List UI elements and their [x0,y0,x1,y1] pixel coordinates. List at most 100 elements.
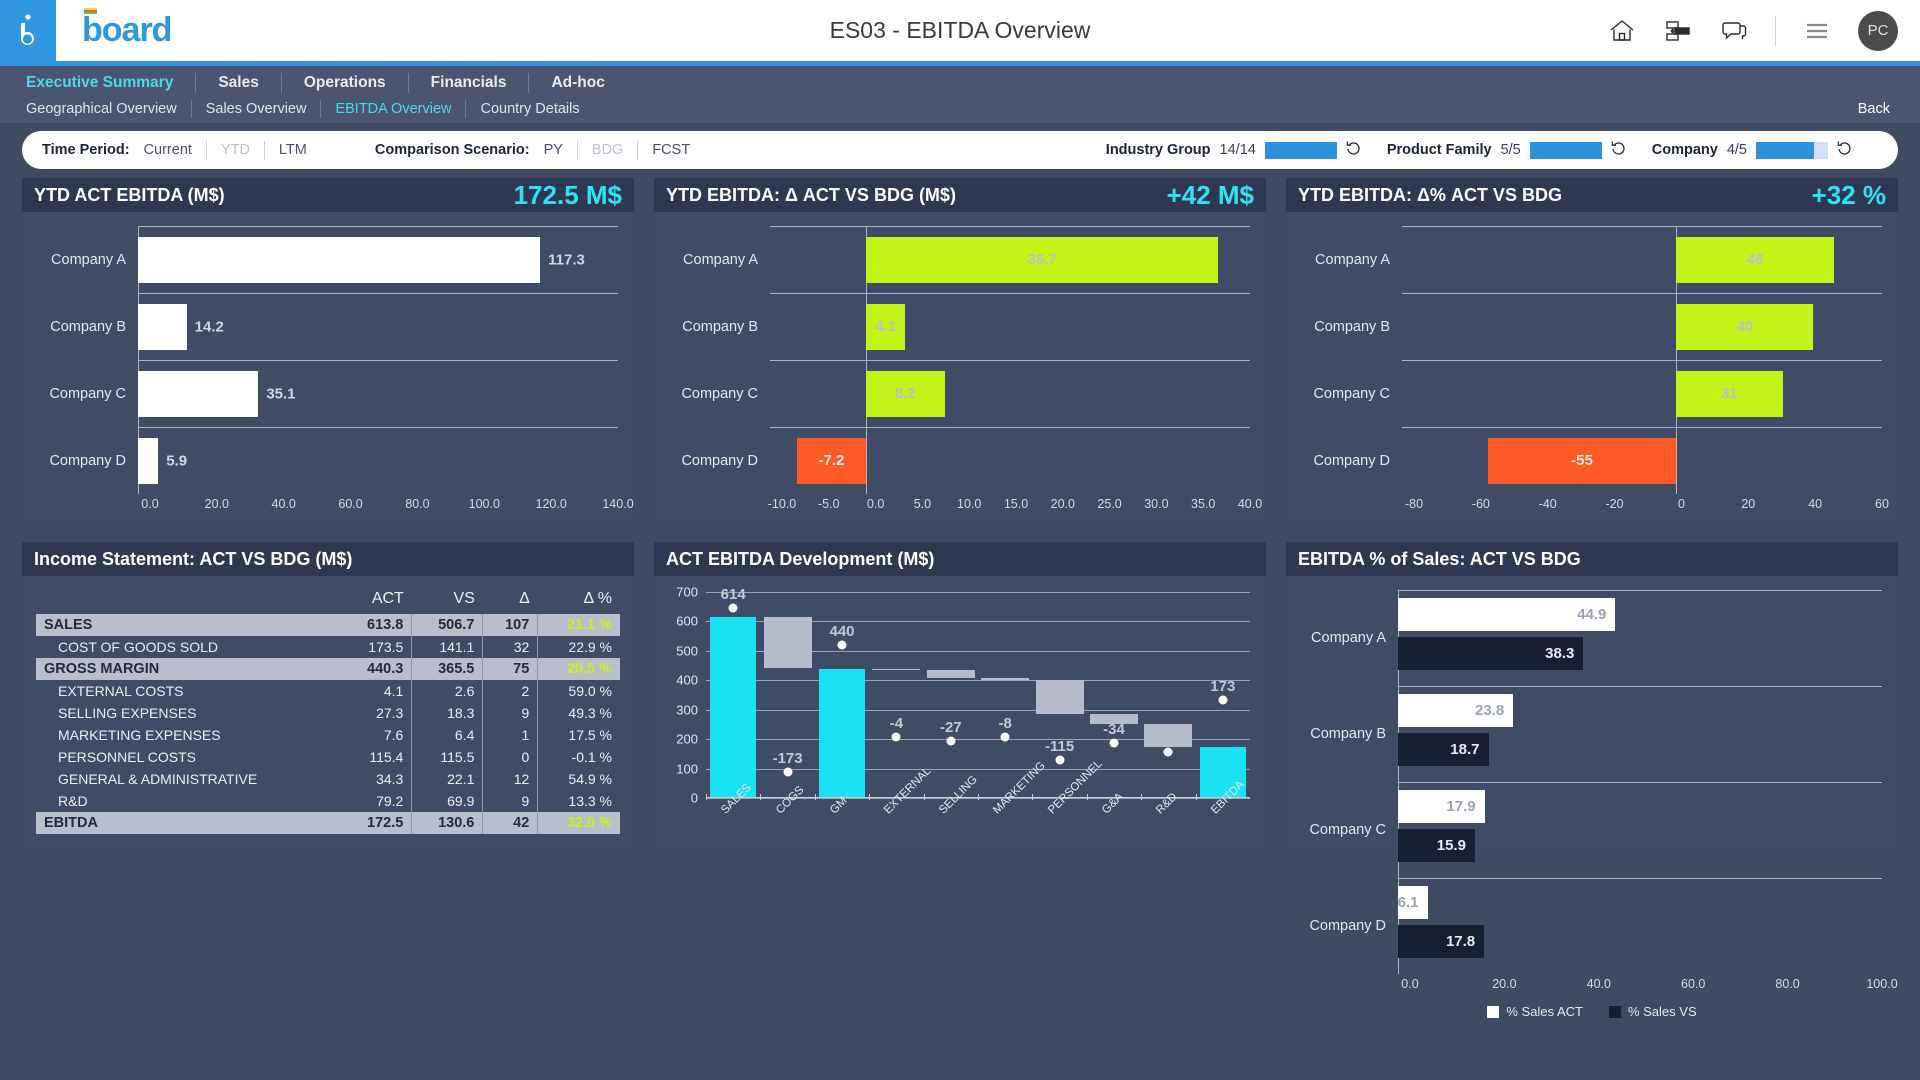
nav-item-sales[interactable]: Sales [196,73,282,93]
waterfall-bar[interactable] [1144,723,1193,748]
waterfall-bar[interactable] [926,669,975,678]
axis-tick: 120.0 [535,497,567,511]
comparison-option-py[interactable]: PY [530,142,577,158]
table-row[interactable]: PERSONNEL COSTS 115.4 115.5 0 -0.1 % [36,746,620,768]
axis-tick: -5.0 [818,497,840,511]
bar-act[interactable]: 6.1 [1398,886,1428,919]
bar-vs[interactable]: 18.7 [1398,733,1489,766]
chart-ytd-ebitda-delta[interactable]: Company A 36.7 Company B 4.1 Company C 8.2 Com… [654,212,1266,524]
bar[interactable]: 46 [1676,236,1834,283]
subnav-item-geographical-overview[interactable]: Geographical Overview [26,99,192,118]
bar[interactable]: 8.2 [866,370,945,417]
layout-icon[interactable] [1663,16,1693,46]
table-row[interactable]: SALES 613.8 506.7 107 21.1 % [36,614,620,636]
app-logo-mark[interactable] [0,0,56,61]
home-icon[interactable] [1607,16,1637,46]
bar[interactable] [138,303,187,350]
refresh-icon[interactable] [1346,140,1361,161]
bar[interactable]: 36.7 [866,236,1219,283]
bar-act[interactable]: 23.8 [1398,694,1514,727]
table-row[interactable]: GENERAL & ADMINISTRATIVE 34.3 22.1 12 54.9 % [36,768,620,790]
avatar[interactable]: PC [1858,10,1898,51]
bar-row[interactable]: Company A 46 [1302,226,1882,293]
bar-row[interactable]: Company C 31 [1302,360,1882,427]
bar[interactable] [138,236,541,283]
legend-item[interactable]: % Sales ACT [1487,1004,1583,1019]
table-row[interactable]: GROSS MARGIN 440.3 365.5 75 20.5 % [36,658,620,680]
waterfall-bar[interactable] [1035,679,1084,714]
table-row[interactable]: COST OF GOODS SOLD 173.5 141.1 32 22.9 % [36,636,620,658]
nav-item-executive-summary[interactable]: Executive Summary [26,73,197,93]
y-axis-tick: 0 [690,790,698,806]
selector-company[interactable]: Company 4/5 [1652,140,1878,161]
selector-progress[interactable] [1529,141,1602,159]
selector-progress[interactable] [1264,141,1337,159]
bar-row[interactable]: Company D -7.2 [670,427,1250,494]
bar[interactable]: -55 [1487,437,1677,484]
subnav-item-country-details[interactable]: Country Details [466,100,593,118]
bar-row[interactable]: Company C 35.1 [38,360,618,427]
refresh-icon[interactable] [1837,140,1852,161]
bar-row[interactable]: Company B 40 [1302,293,1882,360]
table-row[interactable]: MARKETING EXPENSES 7.6 6.4 1 17.5 % [36,724,620,746]
table-row[interactable]: EXTERNAL COSTS 4.1 2.6 2 59.0 % [36,680,620,702]
bar-row[interactable]: Company A 117.3 [38,226,618,293]
bar-vs[interactable]: 17.8 [1398,925,1485,958]
selector-progress[interactable] [1756,141,1828,159]
chart-ebitda-pct-sales[interactable]: Company A 44.9 38.3 Company B 23.8 18.7 Compan… [1286,576,1898,1033]
grouped-bar-row[interactable]: Company A 44.9 38.3 [1302,590,1882,686]
selector-industry-group[interactable]: Industry Group 14/14 [1106,140,1387,161]
bar-act[interactable]: 44.9 [1398,598,1616,631]
comparison-option-fcst[interactable]: FCST [638,142,704,158]
hamburger-icon[interactable] [1802,16,1832,46]
bar[interactable] [138,437,159,484]
bar[interactable]: 31 [1676,370,1783,417]
bar-act[interactable]: 17.9 [1398,790,1485,823]
bar-vs[interactable]: 15.9 [1398,829,1475,862]
nav-item-financials[interactable]: Financials [409,73,530,93]
refresh-icon[interactable] [1611,140,1626,161]
subnav-item-ebitda-overview[interactable]: EBITDA Overview [321,99,467,118]
time-period-option-current[interactable]: Current [130,142,206,158]
time-period-option-ytd[interactable]: YTD [207,142,264,158]
grouped-bar-row[interactable]: Company D 6.1 17.8 [1302,878,1882,974]
waterfall-bar[interactable] [763,617,812,669]
bar-row[interactable]: Company A 36.7 [670,226,1250,293]
waterfall-bar[interactable] [710,617,757,798]
bar-row[interactable]: Company B 14.2 [38,293,618,360]
bar-row[interactable]: Company C 8.2 [670,360,1250,427]
bar-row[interactable]: Company B 4.1 [670,293,1250,360]
bar-track: 6.1 17.8 [1398,878,1882,974]
grouped-bar-row[interactable]: Company C 17.9 15.9 [1302,782,1882,878]
nav-item-ad-hoc[interactable]: Ad-hoc [529,73,626,93]
subnav-item-sales-overview[interactable]: Sales Overview [192,99,322,118]
back-button[interactable]: Back [1858,101,1890,117]
bar-row[interactable]: Company D 5.9 [38,427,618,494]
comparison-option-bdg[interactable]: BDG [578,142,637,158]
grouped-bar-row[interactable]: Company B 23.8 18.7 [1302,686,1882,782]
chart-ytd-act-ebitda[interactable]: Company A 117.3 Company B 14.2 Company C 35.1… [22,212,634,524]
bar[interactable]: 4.1 [866,303,906,350]
bar-track: 36.7 [770,226,1250,293]
chart-ebitda-development[interactable]: 0 100 200 300 400 500 600 700 614 -173 440 -4 -27 -8 -… [654,576,1266,850]
waterfall-bar[interactable] [872,668,921,671]
bar-vs[interactable]: 38.3 [1398,637,1584,670]
bar[interactable] [138,370,259,417]
waterfall-bar[interactable] [981,677,1030,680]
table-row[interactable]: R&D 79.2 69.9 9 13.3 % [36,790,620,812]
chart-ytd-ebitda-delta-pct[interactable]: Company A 46 Company B 40 Company C 31 Company… [1286,212,1898,524]
legend-item[interactable]: % Sales VS [1608,1004,1697,1019]
table-row[interactable]: EBITDA 172.5 130.6 42 32.0 % [36,812,620,834]
selector-product-family[interactable]: Product Family 5/5 [1387,140,1652,161]
table-row[interactable]: SELLING EXPENSES 27.3 18.3 9 49.3 % [36,702,620,724]
bar[interactable]: 40 [1676,303,1814,350]
axis-tick: 0.0 [866,497,885,511]
chat-icon[interactable] [1719,16,1749,46]
bar-row[interactable]: Company D -55 [1302,427,1882,494]
waterfall-bar[interactable] [819,668,865,798]
bar[interactable]: -7.2 [796,437,866,484]
income-statement-table[interactable]: ACT VS Δ Δ % SALES 613.8 506.7 107 21.1 % COST O… [22,576,634,844]
nav-item-operations[interactable]: Operations [282,73,409,93]
time-period-option-ltm[interactable]: LTM [265,142,321,158]
axis-tick: -60 [1471,497,1490,511]
